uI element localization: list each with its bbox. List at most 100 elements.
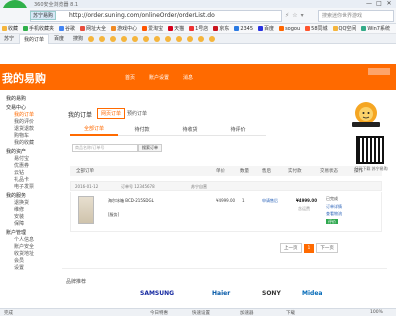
sidebar-group-title[interactable]: 账户管理: [0, 230, 58, 237]
emoji-icon[interactable]: [198, 35, 205, 42]
sidebar-item[interactable]: 优惠券: [0, 163, 58, 170]
browser-tab[interactable]: 搜狗: [69, 34, 87, 44]
maximize-button[interactable]: □: [374, 0, 384, 7]
minimize-button[interactable]: —: [364, 0, 374, 7]
bookmark-item[interactable]: 1号店: [189, 25, 208, 32]
status-item[interactable]: 快速设置: [192, 310, 210, 316]
emoji-icon[interactable]: [99, 35, 106, 42]
next-page-button[interactable]: 下一页: [316, 243, 338, 253]
sidebar-item[interactable]: 我的订单: [0, 112, 58, 119]
emoji-icon[interactable]: [121, 35, 128, 42]
tab-web-orders[interactable]: 网页订单: [97, 108, 126, 119]
emoji-icon[interactable]: [165, 35, 172, 42]
bookmark-item[interactable]: 收藏: [2, 25, 18, 32]
site-identity-badge[interactable]: 苏宁易购: [30, 11, 57, 20]
star-icon[interactable]: ☆: [292, 12, 297, 19]
status-item[interactable]: 今日特惠: [150, 310, 168, 316]
sidebar-item[interactable]: 保障: [0, 221, 58, 228]
tab-pending-payment[interactable]: 待付款: [118, 125, 166, 135]
brand-logo[interactable]: SONY: [262, 290, 281, 297]
url-input[interactable]: http://order.suning.com/onlineOrder/orde…: [30, 10, 282, 22]
status-item[interactable]: 加速器: [240, 310, 254, 316]
sidebar-group: 我的资产 易付宝 优惠券 云钻 礼品卡 电子发票: [0, 149, 58, 191]
bookmark-item[interactable]: 爱淘宝: [142, 25, 163, 32]
bookmark-item[interactable]: 游戏中心: [111, 25, 137, 32]
sidebar-item[interactable]: 收货地址: [0, 251, 58, 258]
sidebar-item[interactable]: 退换货: [0, 200, 58, 207]
sidebar-group-title[interactable]: 我的服务: [0, 193, 58, 200]
nav-account-settings[interactable]: 账户设置: [149, 74, 169, 81]
zoom-level[interactable]: 100%: [370, 310, 383, 315]
order-detail-link[interactable]: 订单详情: [326, 204, 342, 210]
emoji-icon[interactable]: [88, 35, 95, 42]
sidebar-item[interactable]: 电子发票: [0, 184, 58, 191]
store-name[interactable]: 苏宁自营: [191, 184, 207, 190]
emoji-icon[interactable]: [154, 35, 161, 42]
sidebar-item[interactable]: 会员: [0, 258, 58, 265]
sidebar-item[interactable]: 礼品卡: [0, 177, 58, 184]
sidebar-item[interactable]: 我的评价: [0, 119, 58, 126]
emoji-icon[interactable]: [209, 35, 216, 42]
sidebar-item[interactable]: 购物车: [0, 133, 58, 140]
tab-all-orders[interactable]: 全部订单: [70, 124, 118, 136]
close-button[interactable]: ✕: [384, 0, 394, 7]
browser-search-input[interactable]: 搜索迷你世界游戏: [318, 10, 394, 22]
brand-logo[interactable]: SAMSUNG: [140, 290, 174, 297]
sidebar-item[interactable]: 设置: [0, 265, 58, 272]
page-number[interactable]: 1: [303, 243, 315, 253]
tab-reserved-orders[interactable]: 预约订单: [127, 110, 147, 117]
product-image[interactable]: [78, 196, 94, 224]
product-name[interactable]: 海尔冰箱 BCD-215SDGL: [108, 198, 154, 204]
bookmark-item[interactable]: sogou: [279, 25, 300, 32]
emoji-icon[interactable]: [143, 35, 150, 42]
prev-page-button[interactable]: 上一页: [280, 243, 302, 253]
brand-logo[interactable]: Haier: [212, 290, 230, 297]
brand-logo[interactable]: Midea: [302, 290, 322, 297]
sidebar-group-title[interactable]: 我的资产: [0, 149, 58, 156]
tab-pending-review[interactable]: 待评价: [214, 125, 262, 135]
sidebar-item[interactable]: 我的收藏: [0, 140, 58, 147]
sidebar-item[interactable]: 退货退款: [0, 126, 58, 133]
bookmark-item[interactable]: 谷歌: [59, 25, 75, 32]
search-orders-button[interactable]: 搜索订单: [138, 144, 162, 152]
status-bar: 完成 今日特惠 快速设置 加速器 下载 100%: [0, 308, 396, 316]
sidebar-item[interactable]: 安装: [0, 214, 58, 221]
bookmark-item[interactable]: 京东: [213, 25, 229, 32]
sidebar-group-title[interactable]: 我的易购: [0, 96, 58, 103]
emoji-icon[interactable]: [110, 35, 117, 42]
after-sale-link[interactable]: 申请售后: [262, 198, 278, 204]
status-item[interactable]: 下载: [286, 310, 295, 316]
emoji-icon[interactable]: [187, 35, 194, 42]
review-button[interactable]: 评价: [326, 219, 338, 225]
logistics-link[interactable]: 查看物流: [326, 211, 342, 217]
dropdown-icon[interactable]: ▾: [301, 12, 304, 19]
sidebar-item[interactable]: 个人信息: [0, 237, 58, 244]
sidebar-group-title[interactable]: 交易中心: [0, 105, 58, 112]
bookmark-item[interactable]: 手机收藏夹: [23, 25, 54, 32]
emoji-icon[interactable]: [176, 35, 183, 42]
bolt-icon[interactable]: ⚡: [285, 12, 289, 19]
column-header[interactable]: 全部订单: [76, 168, 94, 174]
nav-messages[interactable]: 消息: [183, 74, 193, 81]
bookmark-item[interactable]: QQ空间: [332, 25, 356, 32]
bookmark-item[interactable]: 百度: [258, 25, 274, 32]
bookmark-item[interactable]: 天猫: [168, 25, 184, 32]
nav-home[interactable]: 首页: [125, 74, 135, 81]
sidebar-item[interactable]: 账户安全: [0, 244, 58, 251]
emoji-icon[interactable]: [132, 35, 139, 42]
order-number[interactable]: 订单号 12345678: [121, 184, 155, 190]
bookmark-item[interactable]: Win7系统: [361, 25, 390, 32]
order-search-input[interactable]: 商品名称/订单号: [72, 144, 138, 152]
browser-tab[interactable]: 我的订单: [19, 33, 50, 44]
bookmark-item[interactable]: 2345: [234, 25, 253, 32]
sidebar-item[interactable]: 易付宝: [0, 156, 58, 163]
tab-pending-receipt[interactable]: 待收货: [166, 125, 214, 135]
site-brand[interactable]: 我的易购: [2, 70, 46, 86]
bookmark-item[interactable]: 网址大全: [80, 25, 106, 32]
browser-tab[interactable]: 苏宁: [0, 34, 18, 44]
sidebar-item[interactable]: 维修: [0, 207, 58, 214]
sidebar-item[interactable]: 云钻: [0, 170, 58, 177]
browser-tab[interactable]: 百度: [50, 34, 68, 44]
bookmark-item[interactable]: 58同城: [305, 25, 328, 32]
pagination: 上一页 1 下一页: [280, 243, 340, 253]
